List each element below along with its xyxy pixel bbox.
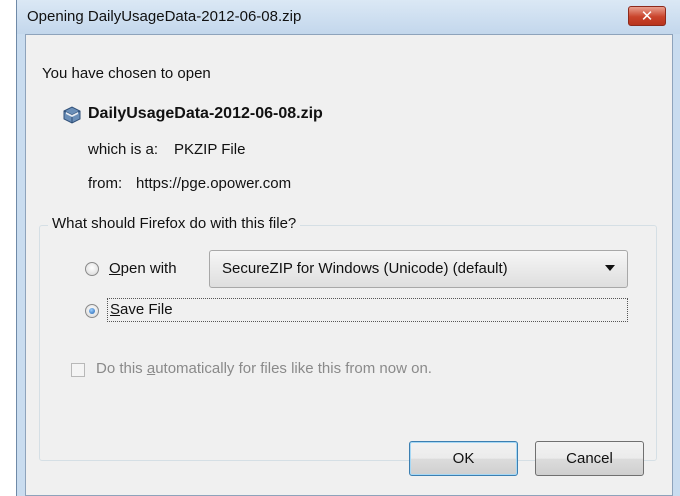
- file-name: DailyUsageData-2012-06-08.zip: [88, 105, 323, 122]
- save-file-radio[interactable]: [85, 304, 99, 318]
- open-with-radio[interactable]: [85, 262, 99, 276]
- ok-button[interactable]: OK: [409, 441, 518, 476]
- auto-action-label-after: utomatically for files like this from no…: [155, 360, 432, 377]
- close-icon: ✕: [640, 8, 654, 25]
- opening-file-dialog: Opening DailyUsageData-2012-06-08.zip ✕ …: [16, 0, 680, 496]
- auto-action-mnemonic: a: [146, 360, 156, 377]
- save-file-label[interactable]: Save File: [110, 301, 173, 318]
- file-action-legend: What should Firefox do with this file?: [48, 215, 301, 232]
- application-select[interactable]: SecureZIP for Windows (Unicode) (default…: [209, 250, 628, 288]
- cancel-button[interactable]: Cancel: [535, 441, 644, 476]
- file-source-label: from:: [88, 175, 123, 192]
- title-bar[interactable]: Opening DailyUsageData-2012-06-08.zip ✕: [17, 0, 680, 34]
- open-with-mnemonic: O: [109, 260, 121, 277]
- window-title: Opening DailyUsageData-2012-06-08.zip: [27, 8, 302, 25]
- open-with-label[interactable]: Open with: [109, 260, 177, 277]
- dialog-body: You have chosen to open DailyUsageData-2…: [25, 34, 673, 496]
- chevron-down-icon[interactable]: [605, 265, 615, 271]
- save-file-mnemonic: S: [110, 301, 121, 318]
- file-type-value: PKZIP File: [174, 141, 246, 158]
- focus-rectangle: [107, 298, 628, 322]
- radio-selected-dot: [89, 308, 95, 314]
- auto-action-label-before: Do this: [96, 360, 147, 377]
- file-source-value: https://pge.opower.com: [136, 175, 292, 192]
- file-action-group: What should Firefox do with this file? O…: [39, 215, 657, 461]
- zip-package-icon: [62, 106, 82, 128]
- close-button[interactable]: ✕: [628, 6, 666, 26]
- intro-text: You have chosen to open: [42, 65, 211, 82]
- auto-action-checkbox[interactable]: [71, 363, 85, 377]
- file-type-label: which is a:: [88, 141, 159, 158]
- open-with-label-text: pen with: [120, 260, 177, 277]
- save-file-label-text: ave File: [120, 301, 173, 318]
- auto-action-label[interactable]: Do this automatically for files like thi…: [96, 360, 432, 377]
- application-select-value: SecureZIP for Windows (Unicode) (default…: [222, 260, 508, 277]
